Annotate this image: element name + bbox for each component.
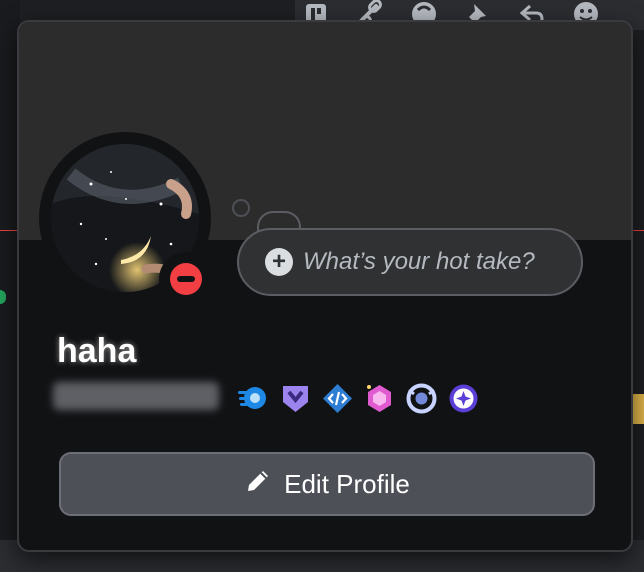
edit-profile-label: Edit Profile xyxy=(284,468,410,499)
server-boost-badge-icon[interactable] xyxy=(363,382,396,415)
username-redacted xyxy=(53,382,219,410)
custom-status-placeholder: What’s your hot take? xyxy=(303,248,535,275)
quest-badge-icon[interactable] xyxy=(405,382,438,415)
custom-status-bubble[interactable]: + What’s your hot take? xyxy=(237,228,583,296)
plus-circle-icon: + xyxy=(265,248,293,276)
orbs-badge-icon[interactable] xyxy=(447,382,480,415)
hypesquad-badge-icon[interactable] xyxy=(279,382,312,415)
thought-bubble-dot xyxy=(232,199,250,217)
display-name: haha xyxy=(57,332,137,370)
dnd-status-icon xyxy=(170,263,202,295)
status-indicator xyxy=(159,252,213,306)
pencil-icon xyxy=(244,467,272,502)
badge-list xyxy=(237,382,480,415)
profile-popout: + What’s your hot take? haha Edit Profil… xyxy=(17,20,633,552)
nitro-badge-icon[interactable] xyxy=(237,382,270,415)
dnd-bar xyxy=(177,276,195,282)
active-developer-badge-icon[interactable] xyxy=(321,382,354,415)
edit-profile-button[interactable]: Edit Profile xyxy=(59,452,595,516)
